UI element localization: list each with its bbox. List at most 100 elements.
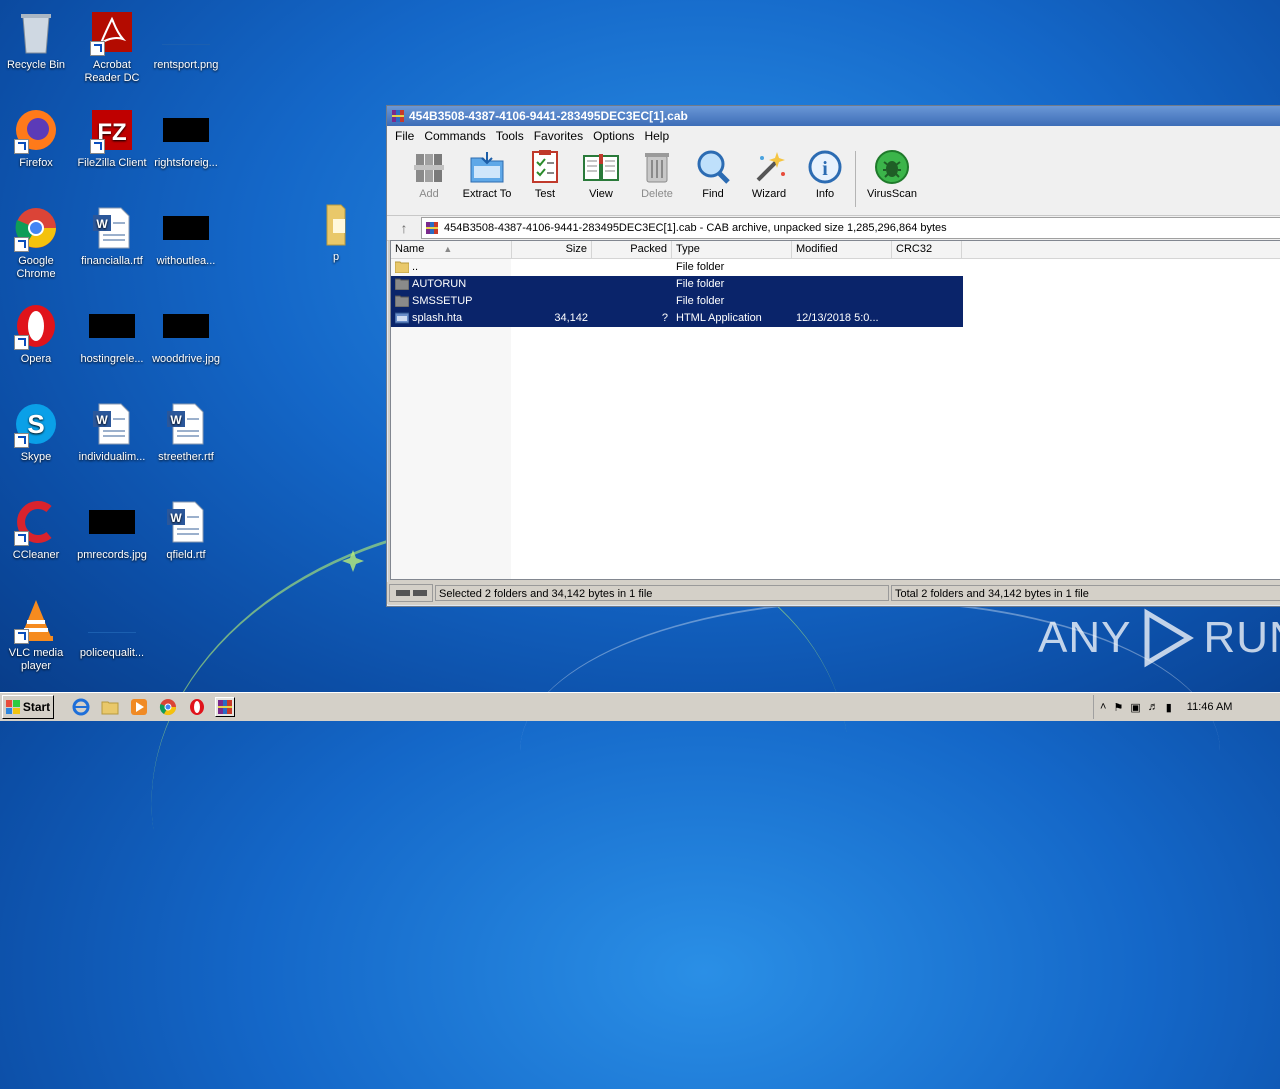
desktop-icon-ccleaner[interactable]: CCleaner — [0, 498, 74, 562]
show-hidden-icons-icon[interactable]: ˄ — [1100, 701, 1106, 713]
desktop-icon-skype[interactable]: S Skype — [0, 400, 74, 464]
desktop-icon-label: Acrobat Reader DC — [84, 59, 140, 84]
toolbar: Add Extract To Test View Delete Find Wiz… — [387, 145, 1280, 216]
desktop-icon-wooddrive[interactable]: wooddrive.jpg — [148, 302, 224, 366]
column-header-size[interactable]: Size — [512, 241, 592, 258]
chrome-taskbar-button[interactable] — [159, 698, 177, 716]
toolbar-view-button[interactable]: View — [573, 145, 629, 200]
internet-explorer-icon — [72, 698, 90, 716]
desktop-icon-label: policequalit... — [79, 647, 145, 659]
volume-icon[interactable]: ♬ — [1148, 701, 1159, 713]
menu-tools[interactable]: Tools — [492, 129, 528, 143]
toolbar-label: VirusScan — [867, 188, 917, 200]
svg-text:W: W — [96, 217, 108, 231]
desktop-icon-label: CCleaner — [12, 549, 60, 561]
desktop-icon-rentsport[interactable]: rentsport.png — [148, 8, 224, 72]
file-packed: ? — [661, 312, 668, 324]
folder-icon — [326, 204, 346, 246]
menu-favorites[interactable]: Favorites — [530, 129, 587, 143]
file-row-splash-hta[interactable]: splash.hta 34,142 ? HTML Application 12/… — [391, 310, 963, 327]
media-player-taskbar-button[interactable] — [130, 698, 148, 716]
menu-file[interactable]: File — [391, 129, 418, 143]
toolbar-add-button[interactable]: Add — [401, 145, 457, 200]
toolbar-delete-button[interactable]: Delete — [629, 145, 685, 200]
network-icon[interactable]: ▣ — [1130, 701, 1140, 714]
explorer-taskbar-button[interactable] — [101, 698, 119, 716]
media-player-icon — [131, 699, 147, 715]
desktop-icon-financialla[interactable]: W financialla.rtf — [74, 204, 150, 268]
desktop-icon-rightsforeig[interactable]: rightsforeig... — [148, 106, 224, 170]
file-packed — [592, 293, 672, 310]
file-modified — [792, 259, 892, 276]
column-header-name[interactable]: Name ▲ — [391, 241, 512, 258]
desktop-icon-opera[interactable]: Opera — [0, 302, 74, 366]
desktop-icon-acrobat[interactable]: Acrobat Reader DC — [74, 8, 150, 85]
action-center-flag-icon[interactable]: ⚑ — [1113, 701, 1123, 714]
file-row-smssetup[interactable]: SMSSETUP File folder — [391, 293, 963, 310]
path-bar: ↑ 454B3508-4387-4106-9441-283495DEC3EC[1… — [387, 216, 1280, 241]
toolbar-label: Find — [702, 188, 724, 200]
shortcut-arrow-icon — [14, 531, 29, 546]
desktop-icon-hostingrele[interactable]: hostingrele... — [74, 302, 150, 366]
menu-options[interactable]: Options — [589, 129, 638, 143]
desktop-icon-label: withoutlea... — [156, 255, 216, 267]
window-title: 454B3508-4387-4106-9441-283495DEC3EC[1].… — [409, 109, 688, 123]
winrar-taskbar-button[interactable] — [215, 697, 235, 717]
desktop-icon-pmrecords[interactable]: pmrecords.jpg — [74, 498, 150, 562]
menu-help[interactable]: Help — [640, 129, 673, 143]
desktop-icon-label: streether.rtf — [158, 451, 214, 463]
column-header-modified[interactable]: Modified — [792, 241, 892, 258]
winrar-app-icon — [392, 110, 404, 122]
column-header-type[interactable]: Type — [672, 241, 792, 258]
file-crc — [892, 259, 962, 276]
power-icon[interactable]: ▮ — [1166, 701, 1172, 714]
desktop-icon-firefox[interactable]: Firefox — [0, 106, 74, 170]
menu-commands[interactable]: Commands — [420, 129, 489, 143]
path-field[interactable]: 454B3508-4387-4106-9441-283495DEC3EC[1].… — [421, 217, 1280, 239]
menu-bar: File Commands Tools Favorites Options He… — [387, 126, 1280, 145]
file-row-parent[interactable]: .. File folder — [391, 259, 963, 276]
file-type: File folder — [676, 278, 725, 290]
desktop-icon-policequalit[interactable]: policequalit... — [74, 596, 150, 660]
file-size: 34,142 — [554, 312, 588, 324]
status-drive-icons[interactable] — [389, 584, 433, 602]
desktop-icon-chrome[interactable]: Google Chrome — [0, 204, 74, 281]
file-list: Name ▲ Size Packed Type Modified CRC32 .… — [390, 240, 1280, 580]
desktop-icon-label: Google Chrome — [16, 255, 56, 280]
up-folder-icon[interactable]: ↑ — [387, 217, 421, 239]
desktop-icon-label: rightsforeig... — [154, 157, 218, 169]
toolbar-extract-button[interactable]: Extract To — [457, 145, 517, 200]
desktop-icon-individualim[interactable]: W individualim... — [74, 400, 150, 464]
shortcut-arrow-icon — [14, 139, 29, 154]
winrar-icon — [218, 700, 232, 714]
desktop-icon-streether[interactable]: W streether.rtf — [148, 400, 224, 464]
status-total: Total 2 folders and 34,142 bytes in 1 fi… — [891, 585, 1280, 601]
toolbar-wizard-button[interactable]: Wizard — [741, 145, 797, 200]
desktop-icon-folder-p[interactable]: p — [298, 200, 374, 264]
svg-text:W: W — [170, 413, 182, 427]
column-header-packed[interactable]: Packed — [592, 241, 672, 258]
desktop-icon-filezilla[interactable]: FZ FileZilla Client — [74, 106, 150, 170]
desktop-icon-qfield[interactable]: W qfield.rtf — [148, 498, 224, 562]
desktop-icon-vlc[interactable]: VLC media player — [0, 596, 74, 673]
window-titlebar[interactable]: 454B3508-4387-4106-9441-283495DEC3EC[1].… — [387, 106, 1280, 126]
toolbar-virusscan-button[interactable]: VirusScan — [862, 145, 922, 200]
desktop-icon-label: rentsport.png — [153, 59, 219, 71]
toolbar-find-button[interactable]: Find — [685, 145, 741, 200]
desktop-icon-recycle-bin[interactable]: Recycle Bin — [0, 8, 74, 72]
opera-taskbar-button[interactable] — [188, 698, 206, 716]
file-modified: 12/13/2018 5:0... — [796, 312, 879, 324]
desktop-icon-label: Firefox — [19, 157, 53, 169]
toolbar-info-button[interactable]: i Info — [797, 145, 853, 200]
desktop-icon-withoutlea[interactable]: withoutlea... — [148, 204, 224, 268]
desktop-icon-label: qfield.rtf — [166, 549, 206, 561]
windows-logo-icon — [5, 700, 20, 714]
file-row-autorun[interactable]: AUTORUN File folder — [391, 276, 963, 293]
info-icon: i — [808, 150, 842, 184]
file-packed — [592, 259, 672, 276]
column-header-crc32[interactable]: CRC32 — [892, 241, 962, 258]
start-button[interactable]: Start — [2, 695, 54, 719]
ie-taskbar-button[interactable] — [72, 698, 90, 716]
clock[interactable]: 11:46 AM — [1187, 701, 1233, 713]
toolbar-test-button[interactable]: Test — [517, 145, 573, 200]
